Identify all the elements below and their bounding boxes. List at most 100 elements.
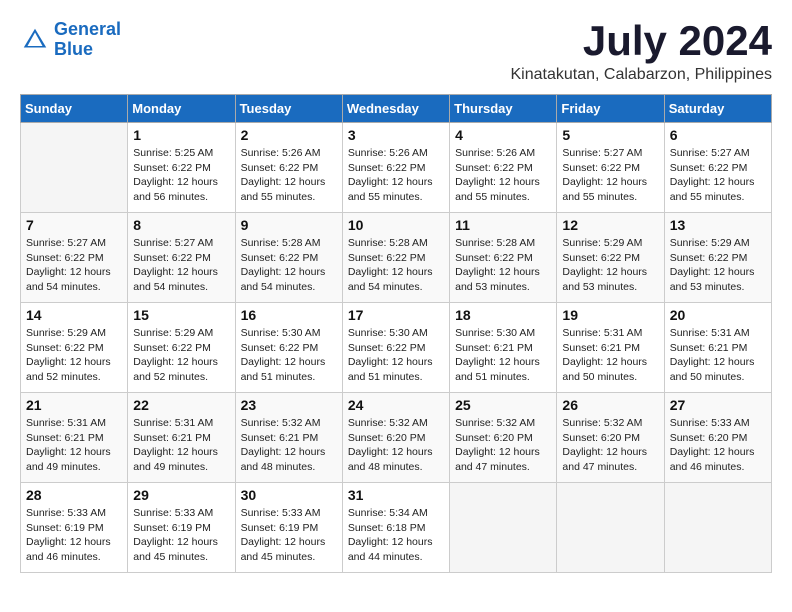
day-number: 9 — [241, 217, 337, 233]
day-number: 13 — [670, 217, 766, 233]
day-number: 1 — [133, 127, 229, 143]
day-number: 3 — [348, 127, 444, 143]
calendar-table: SundayMondayTuesdayWednesdayThursdayFrid… — [20, 94, 772, 573]
calendar-cell: 15 Sunrise: 5:29 AMSunset: 6:22 PMDaylig… — [128, 303, 235, 393]
day-number: 6 — [670, 127, 766, 143]
day-info: Sunrise: 5:34 AMSunset: 6:18 PMDaylight:… — [348, 506, 444, 565]
day-info: Sunrise: 5:31 AMSunset: 6:21 PMDaylight:… — [670, 326, 766, 385]
calendar-cell: 12 Sunrise: 5:29 AMSunset: 6:22 PMDaylig… — [557, 213, 664, 303]
title-block: July 2024 Kinatakutan, Calabarzon, Phili… — [511, 20, 773, 84]
day-info: Sunrise: 5:27 AMSunset: 6:22 PMDaylight:… — [26, 236, 122, 295]
day-number: 11 — [455, 217, 551, 233]
calendar-cell: 30 Sunrise: 5:33 AMSunset: 6:19 PMDaylig… — [235, 483, 342, 573]
day-info: Sunrise: 5:28 AMSunset: 6:22 PMDaylight:… — [241, 236, 337, 295]
day-number: 20 — [670, 307, 766, 323]
day-number: 28 — [26, 487, 122, 503]
calendar-cell: 24 Sunrise: 5:32 AMSunset: 6:20 PMDaylig… — [342, 393, 449, 483]
calendar-cell: 7 Sunrise: 5:27 AMSunset: 6:22 PMDayligh… — [21, 213, 128, 303]
calendar-cell: 14 Sunrise: 5:29 AMSunset: 6:22 PMDaylig… — [21, 303, 128, 393]
calendar-cell: 1 Sunrise: 5:25 AMSunset: 6:22 PMDayligh… — [128, 123, 235, 213]
day-number: 2 — [241, 127, 337, 143]
calendar-cell: 9 Sunrise: 5:28 AMSunset: 6:22 PMDayligh… — [235, 213, 342, 303]
day-info: Sunrise: 5:31 AMSunset: 6:21 PMDaylight:… — [133, 416, 229, 475]
day-info: Sunrise: 5:30 AMSunset: 6:21 PMDaylight:… — [455, 326, 551, 385]
day-info: Sunrise: 5:30 AMSunset: 6:22 PMDaylight:… — [348, 326, 444, 385]
calendar-cell: 28 Sunrise: 5:33 AMSunset: 6:19 PMDaylig… — [21, 483, 128, 573]
logo: General Blue — [20, 20, 121, 60]
day-info: Sunrise: 5:29 AMSunset: 6:22 PMDaylight:… — [133, 326, 229, 385]
day-number: 27 — [670, 397, 766, 413]
day-info: Sunrise: 5:32 AMSunset: 6:20 PMDaylight:… — [455, 416, 551, 475]
day-info: Sunrise: 5:27 AMSunset: 6:22 PMDaylight:… — [133, 236, 229, 295]
day-info: Sunrise: 5:29 AMSunset: 6:22 PMDaylight:… — [562, 236, 658, 295]
calendar-cell: 23 Sunrise: 5:32 AMSunset: 6:21 PMDaylig… — [235, 393, 342, 483]
week-row-3: 14 Sunrise: 5:29 AMSunset: 6:22 PMDaylig… — [21, 303, 772, 393]
day-info: Sunrise: 5:32 AMSunset: 6:21 PMDaylight:… — [241, 416, 337, 475]
logo-icon — [20, 25, 50, 55]
calendar-cell — [450, 483, 557, 573]
calendar-cell: 26 Sunrise: 5:32 AMSunset: 6:20 PMDaylig… — [557, 393, 664, 483]
day-info: Sunrise: 5:30 AMSunset: 6:22 PMDaylight:… — [241, 326, 337, 385]
day-number: 7 — [26, 217, 122, 233]
day-info: Sunrise: 5:32 AMSunset: 6:20 PMDaylight:… — [562, 416, 658, 475]
calendar-cell: 21 Sunrise: 5:31 AMSunset: 6:21 PMDaylig… — [21, 393, 128, 483]
calendar-cell: 17 Sunrise: 5:30 AMSunset: 6:22 PMDaylig… — [342, 303, 449, 393]
day-info: Sunrise: 5:33 AMSunset: 6:19 PMDaylight:… — [133, 506, 229, 565]
calendar-cell: 3 Sunrise: 5:26 AMSunset: 6:22 PMDayligh… — [342, 123, 449, 213]
day-info: Sunrise: 5:26 AMSunset: 6:22 PMDaylight:… — [241, 146, 337, 205]
calendar-cell — [557, 483, 664, 573]
day-info: Sunrise: 5:28 AMSunset: 6:22 PMDaylight:… — [455, 236, 551, 295]
day-number: 4 — [455, 127, 551, 143]
day-number: 16 — [241, 307, 337, 323]
day-info: Sunrise: 5:28 AMSunset: 6:22 PMDaylight:… — [348, 236, 444, 295]
logo-line1: General — [54, 19, 121, 39]
day-info: Sunrise: 5:26 AMSunset: 6:22 PMDaylight:… — [348, 146, 444, 205]
day-header-thursday: Thursday — [450, 95, 557, 123]
calendar-cell: 4 Sunrise: 5:26 AMSunset: 6:22 PMDayligh… — [450, 123, 557, 213]
calendar-cell: 18 Sunrise: 5:30 AMSunset: 6:21 PMDaylig… — [450, 303, 557, 393]
day-number: 8 — [133, 217, 229, 233]
day-number: 12 — [562, 217, 658, 233]
calendar-cell: 22 Sunrise: 5:31 AMSunset: 6:21 PMDaylig… — [128, 393, 235, 483]
calendar-cell: 13 Sunrise: 5:29 AMSunset: 6:22 PMDaylig… — [664, 213, 771, 303]
day-number: 14 — [26, 307, 122, 323]
day-number: 15 — [133, 307, 229, 323]
logo-text: General Blue — [54, 20, 121, 60]
day-header-tuesday: Tuesday — [235, 95, 342, 123]
day-number: 26 — [562, 397, 658, 413]
day-info: Sunrise: 5:25 AMSunset: 6:22 PMDaylight:… — [133, 146, 229, 205]
day-info: Sunrise: 5:31 AMSunset: 6:21 PMDaylight:… — [26, 416, 122, 475]
day-number: 30 — [241, 487, 337, 503]
day-info: Sunrise: 5:33 AMSunset: 6:20 PMDaylight:… — [670, 416, 766, 475]
week-row-2: 7 Sunrise: 5:27 AMSunset: 6:22 PMDayligh… — [21, 213, 772, 303]
day-number: 19 — [562, 307, 658, 323]
day-info: Sunrise: 5:33 AMSunset: 6:19 PMDaylight:… — [241, 506, 337, 565]
day-number: 31 — [348, 487, 444, 503]
day-number: 10 — [348, 217, 444, 233]
calendar-cell — [21, 123, 128, 213]
day-info: Sunrise: 5:32 AMSunset: 6:20 PMDaylight:… — [348, 416, 444, 475]
calendar-cell: 16 Sunrise: 5:30 AMSunset: 6:22 PMDaylig… — [235, 303, 342, 393]
calendar-cell: 29 Sunrise: 5:33 AMSunset: 6:19 PMDaylig… — [128, 483, 235, 573]
calendar-cell: 27 Sunrise: 5:33 AMSunset: 6:20 PMDaylig… — [664, 393, 771, 483]
day-info: Sunrise: 5:31 AMSunset: 6:21 PMDaylight:… — [562, 326, 658, 385]
day-info: Sunrise: 5:33 AMSunset: 6:19 PMDaylight:… — [26, 506, 122, 565]
day-number: 21 — [26, 397, 122, 413]
day-info: Sunrise: 5:27 AMSunset: 6:22 PMDaylight:… — [670, 146, 766, 205]
calendar-cell: 5 Sunrise: 5:27 AMSunset: 6:22 PMDayligh… — [557, 123, 664, 213]
week-row-4: 21 Sunrise: 5:31 AMSunset: 6:21 PMDaylig… — [21, 393, 772, 483]
calendar-cell: 6 Sunrise: 5:27 AMSunset: 6:22 PMDayligh… — [664, 123, 771, 213]
header-row: SundayMondayTuesdayWednesdayThursdayFrid… — [21, 95, 772, 123]
day-number: 5 — [562, 127, 658, 143]
week-row-1: 1 Sunrise: 5:25 AMSunset: 6:22 PMDayligh… — [21, 123, 772, 213]
day-number: 29 — [133, 487, 229, 503]
calendar-cell: 25 Sunrise: 5:32 AMSunset: 6:20 PMDaylig… — [450, 393, 557, 483]
day-header-friday: Friday — [557, 95, 664, 123]
day-header-saturday: Saturday — [664, 95, 771, 123]
day-info: Sunrise: 5:29 AMSunset: 6:22 PMDaylight:… — [26, 326, 122, 385]
day-info: Sunrise: 5:26 AMSunset: 6:22 PMDaylight:… — [455, 146, 551, 205]
calendar-cell: 10 Sunrise: 5:28 AMSunset: 6:22 PMDaylig… — [342, 213, 449, 303]
day-number: 22 — [133, 397, 229, 413]
calendar-cell: 20 Sunrise: 5:31 AMSunset: 6:21 PMDaylig… — [664, 303, 771, 393]
logo-line2: Blue — [54, 39, 93, 59]
